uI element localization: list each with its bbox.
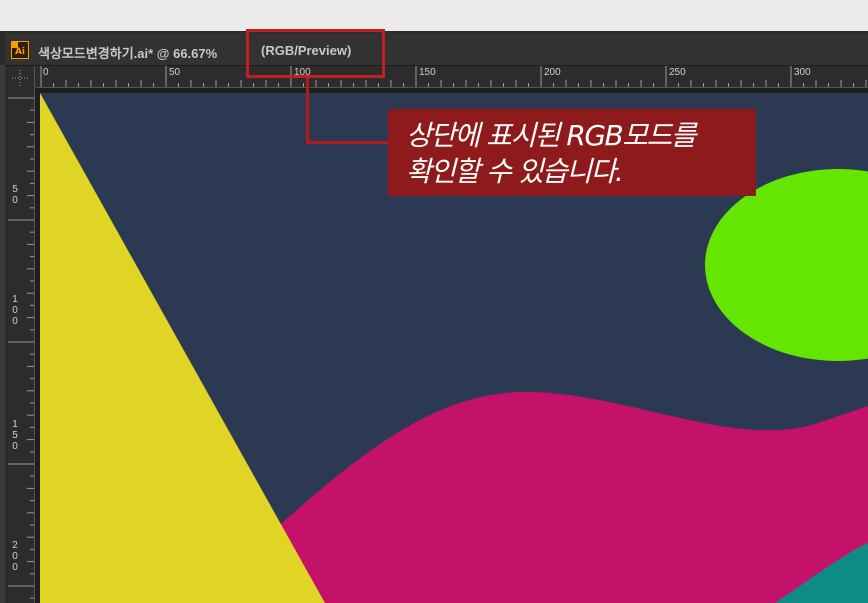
- v-ruler-label: 5 0: [12, 184, 18, 206]
- v-ruler-label: 2 0 0: [12, 540, 18, 573]
- illustrator-ai-icon: Ai: [11, 41, 29, 59]
- callout-text-line: 상단에 표시된 RGB모드를: [406, 119, 697, 152]
- h-ruler-label: 300: [794, 67, 811, 78]
- horizontal-ruler-ticks: [40, 66, 867, 87]
- callout-text-line: 확인할 수 있습니다.: [406, 155, 624, 188]
- panel-edge: [0, 65, 5, 603]
- ruler-origin-icon: [12, 70, 28, 86]
- h-ruler-label: 200: [544, 67, 561, 78]
- vertical-ruler[interactable]: 5 0 1 0 0 1 5 0 2 0 0: [8, 88, 35, 603]
- callout-connector-horizontal: [306, 141, 390, 144]
- horizontal-ruler[interactable]: 0 50 100 150 200 250 300: [35, 66, 868, 88]
- h-ruler-label: 150: [419, 67, 436, 78]
- v-ruler-label: 1 0 0: [12, 294, 18, 327]
- callout-connector-vertical: [306, 78, 309, 144]
- document-title: 색상모드변경하기.ai* @ 66.67%: [38, 46, 218, 61]
- h-ruler-label: 0: [43, 67, 49, 78]
- callout-box: 상단에 표시된 RGB모드를 확인할 수 있습니다.: [388, 109, 756, 196]
- h-ruler-label: 50: [169, 67, 181, 78]
- vertical-ruler-ticks: [8, 97, 34, 599]
- ruler-origin-corner[interactable]: [8, 66, 35, 87]
- document-tab[interactable]: Ai 색상모드변경하기.ai* @ 66.67% (RGB/Preview): [5, 33, 868, 66]
- v-ruler-label: 1 5 0: [12, 419, 18, 452]
- h-ruler-label: 250: [669, 67, 686, 78]
- rgb-mode-highlight-box: [246, 29, 385, 78]
